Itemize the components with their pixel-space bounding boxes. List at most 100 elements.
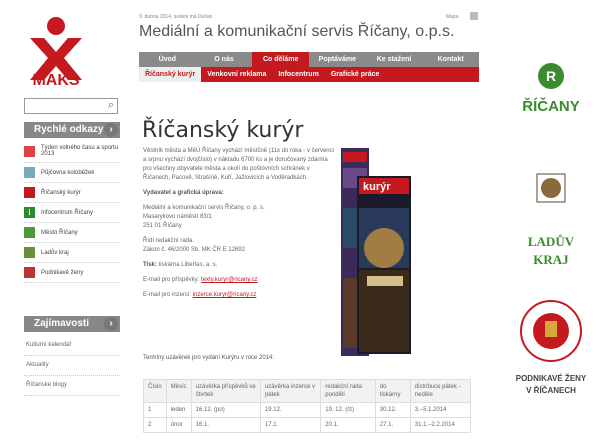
quicklink-item[interactable]: Půjčovna koloběžek xyxy=(24,163,120,183)
magazine-covers-image: kurýr xyxy=(341,148,411,356)
table-cell: 17.1. xyxy=(259,417,322,433)
table-cell: 19. 12. (čt) xyxy=(320,402,376,418)
info-icon: i xyxy=(24,207,35,218)
publisher-address: Mediální a komunikační servis Říčany, o.… xyxy=(143,204,335,231)
interest-item[interactable]: Aktuality xyxy=(24,356,120,376)
nav-uvod[interactable]: Úvod xyxy=(139,52,196,67)
table-cell: leden xyxy=(165,402,192,418)
interests-header[interactable]: Zajímavosti › xyxy=(24,316,120,332)
quicklink-label: Město Říčany xyxy=(41,229,78,236)
table-cell: 2 xyxy=(143,417,167,433)
editor-line: Řídí redakční rada. xyxy=(143,238,195,244)
nav-kontakt[interactable]: Kontakt xyxy=(422,52,479,67)
email-link[interactable]: inzerce.kuryr@ricany.cz xyxy=(193,292,257,298)
newspaper-icon xyxy=(24,187,35,198)
publisher-street: Masarykovo náměstí 83/1 xyxy=(143,214,212,220)
table-header: distribuce pátek - neděle xyxy=(409,379,472,403)
podnikave-zeny-logo[interactable]: PODNIKAVÉ ŽENY V ŘÍČANECH xyxy=(507,297,595,407)
quicklink-item[interactable]: Týden volného času a sportu 2013 xyxy=(24,140,120,163)
search-icon[interactable]: ⌕ xyxy=(104,98,118,112)
table-row: 2 únor 16.1. 17.1. 20.1. 27.1. 31.1.–2.2… xyxy=(143,417,472,433)
table-row: 1 leden 16.12. (po) 19.12. 19. 12. (čt) … xyxy=(143,402,472,418)
table-cell: 30.12. xyxy=(374,402,411,418)
quicklink-label: Podnikavé ženy xyxy=(41,269,84,276)
table-cell: 1 xyxy=(143,402,167,418)
deadlines-table: Číslo Měsíc uzávěrka příspěvků ve čtvrte… xyxy=(143,379,472,433)
table-cell: 27.1. xyxy=(374,417,411,433)
print-value: tiskárna Libertas, a. s. xyxy=(158,262,218,268)
quicklink-item[interactable]: Ladův kraj xyxy=(24,243,120,263)
site-title: Mediální a komunikační servis Říčany, o.… xyxy=(139,23,455,40)
print-label: Tisk: xyxy=(143,262,157,268)
table-header: uzávěrka příspěvků ve čtvrtek xyxy=(190,379,261,403)
main-nav: Úvod O nás Co děláme Poptáváme Ke stažen… xyxy=(139,52,479,67)
chevron-right-icon[interactable]: › xyxy=(104,317,118,331)
editor-line: Zákon č. 46/2000 Sb. MK ČR E 12692 xyxy=(143,247,246,253)
table-header: uzávěrka inzerce v pátek xyxy=(259,379,322,403)
scooter-icon xyxy=(24,167,35,178)
publisher-name: Mediální a komunikační servis Říčany, o.… xyxy=(143,205,265,211)
logo-text: MAKS xyxy=(32,72,80,89)
print-info: Tisk: tiskárna Libertas, a. s. xyxy=(143,261,335,270)
table-header: do tiskárny xyxy=(374,379,411,403)
table-header-row: Číslo Měsíc uzávěrka příspěvků ve čtvrte… xyxy=(143,379,472,403)
quicklink-label: Ladův kraj xyxy=(41,249,69,256)
interest-item[interactable]: Kulturní kalendář xyxy=(24,336,120,356)
quicklink-item[interactable]: i Infocentrum Říčany xyxy=(24,203,120,223)
table-header: redakční rada pondělí xyxy=(320,379,376,403)
nav-poptavame[interactable]: Poptáváme xyxy=(309,52,366,67)
chevron-right-icon[interactable]: › xyxy=(104,123,118,137)
email-label: E-mail pro inzerci: xyxy=(143,292,192,298)
table-cell: 19.12. xyxy=(259,402,322,418)
nav-co-delame[interactable]: Co děláme xyxy=(252,52,310,67)
quicklink-item[interactable]: Říčanský kurýr xyxy=(24,183,120,203)
email-label: E-mail pro příspěvky: xyxy=(143,277,200,283)
table-cell: 16.1. xyxy=(190,417,261,433)
intro-paragraph: Věstník města a MěÚ Říčany vychází měsíč… xyxy=(143,148,334,181)
deadlines-title: Termíny uzávěrek pro vydání Kurýru v roc… xyxy=(143,355,275,361)
laduv-kraj-logo[interactable]: LADŮV KRAJ xyxy=(507,168,595,276)
email-link[interactable]: texty.kuryr@ricany.cz xyxy=(201,277,258,283)
table-cell: 16.12. (po) xyxy=(190,402,261,418)
ricany-logo-label: ŘÍČANY xyxy=(522,97,580,115)
table-cell: únor xyxy=(165,417,192,433)
publisher-label: Vydavatel a grafická úprava: xyxy=(143,190,224,196)
quicklink-item[interactable]: Město Říčany xyxy=(24,223,120,243)
email-ads: E-mail pro inzerci: inzerce.kuryr@ricany… xyxy=(143,291,335,300)
subnav-ricansky-kuryr[interactable]: Říčanský kurýr xyxy=(139,67,202,82)
nav-ke-stazeni[interactable]: Ke stažení xyxy=(366,52,423,67)
svg-text:R: R xyxy=(546,68,556,84)
women-icon xyxy=(24,267,35,278)
email-contributions: E-mail pro příspěvky: texty.kuryr@ricany… xyxy=(143,276,335,285)
quicklink-label: Infocentrum Říčany xyxy=(41,209,94,216)
intro-text: Věstník města a MěÚ Říčany vychází měsíč… xyxy=(143,147,335,306)
interests-list: Kulturní kalendář Aktuality Říčanské blo… xyxy=(24,336,120,396)
quicklink-item[interactable]: Podnikavé ženy xyxy=(24,263,120,283)
subnav-venkovni-reklama[interactable]: Venkovní reklama xyxy=(201,67,272,82)
table-cell: 31.1.–2.2.2014 xyxy=(409,417,472,433)
laduv-kraj-label: LADŮV xyxy=(528,234,575,249)
table-cell: 3.–5.1.2014 xyxy=(409,402,472,418)
table-header: Měsíc xyxy=(165,379,192,403)
podnikave-zeny-label: PODNIKAVÉ ŽENY xyxy=(516,374,587,383)
city-icon xyxy=(24,227,35,238)
publisher-city: 251 01 Říčany xyxy=(143,223,182,229)
subnav-infocentrum[interactable]: Infocentrum xyxy=(272,67,324,82)
ricany-logo[interactable]: R ŘÍČANY xyxy=(507,56,595,122)
subnav-graficke-prace[interactable]: Grafické práce xyxy=(325,67,386,82)
quicklinks-title: Rychlé odkazy xyxy=(34,124,104,135)
interests-title: Zajímavosti xyxy=(34,318,90,329)
nav-o-nas[interactable]: O nás xyxy=(196,52,253,67)
sport-icon xyxy=(24,145,35,157)
region-icon xyxy=(24,247,35,258)
quicklink-label: Půjčovna koloběžek xyxy=(41,169,95,176)
sitemap-link[interactable]: Mapa xyxy=(446,14,459,20)
quicklinks-header[interactable]: Rychlé odkazy › xyxy=(24,122,120,138)
laduv-kraj-label: KRAJ xyxy=(533,252,569,267)
date-text: 9. dubna 2014, svátek má Dušan xyxy=(139,14,213,20)
quicklink-label: Týden volného času a sportu 2013 xyxy=(41,145,119,157)
rss-icon[interactable] xyxy=(470,12,478,20)
quicklinks-list: Týden volného času a sportu 2013 Půjčovn… xyxy=(24,140,120,283)
interest-item[interactable]: Říčanské blogy xyxy=(24,376,120,396)
magazine-masthead: kurýr xyxy=(363,181,391,193)
